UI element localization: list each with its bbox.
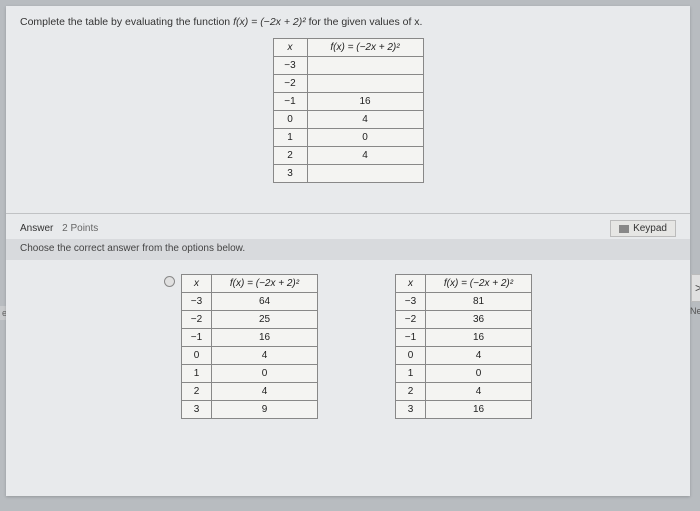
option-a-table: x f(x) = (−2x + 2)² −364 −225 −116 04 10… <box>181 274 318 419</box>
cell-x: 0 <box>182 347 212 365</box>
keypad-label: Keypad <box>633 223 667 234</box>
cell-x: 3 <box>396 401 426 419</box>
cell-x: 0 <box>273 111 307 129</box>
cell-fx: 4 <box>426 347 532 365</box>
table-row: −225 <box>182 311 318 329</box>
cell-x: −3 <box>273 57 307 75</box>
answer-bar: Answer 2 Points Keypad <box>6 213 690 239</box>
cell-fx: 16 <box>426 401 532 419</box>
table-row: 04 <box>273 111 423 129</box>
opt-header-x: x <box>182 275 212 293</box>
table-row: −364 <box>182 293 318 311</box>
options-row: x f(x) = (−2x + 2)² −364 −225 −116 04 10… <box>6 274 690 429</box>
prompt-function: f(x) = (−2x + 2)² <box>233 16 306 28</box>
keypad-icon <box>619 225 629 233</box>
table-row: −116 <box>273 93 423 111</box>
cell-fx: 0 <box>307 129 423 147</box>
table-row: 24 <box>396 383 532 401</box>
cell-x: −1 <box>396 329 426 347</box>
table-row: 04 <box>396 347 532 365</box>
cell-x: 2 <box>182 383 212 401</box>
question-panel: Complete the table by evaluating the fun… <box>6 6 690 496</box>
main-header-x: x <box>273 39 307 57</box>
cell-fx: 9 <box>212 401 318 419</box>
cell-x: 1 <box>182 365 212 383</box>
cell-x: 1 <box>273 129 307 147</box>
cell-fx: 36 <box>426 311 532 329</box>
cell-x: −1 <box>182 329 212 347</box>
next-label-fragment: Nex <box>690 306 700 316</box>
answer-label: Answer <box>20 223 53 234</box>
cell-fx: 4 <box>212 383 318 401</box>
cell-fx: 0 <box>212 365 318 383</box>
option-b[interactable]: x f(x) = (−2x + 2)² −381 −236 −116 04 10… <box>378 274 532 419</box>
cell-fx: 4 <box>426 383 532 401</box>
cell-fx: 16 <box>212 329 318 347</box>
cell-x: −3 <box>396 293 426 311</box>
cell-fx <box>307 57 423 75</box>
table-row: 10 <box>273 129 423 147</box>
table-row: 10 <box>396 365 532 383</box>
table-row: 10 <box>182 365 318 383</box>
cell-x: −3 <box>182 293 212 311</box>
question-prompt: Complete the table by evaluating the fun… <box>6 6 690 32</box>
cell-fx: 81 <box>426 293 532 311</box>
table-row: −236 <box>396 311 532 329</box>
cell-x: 1 <box>396 365 426 383</box>
points-label: 2 Points <box>62 223 98 234</box>
cell-fx: 4 <box>307 111 423 129</box>
table-row: 3 <box>273 165 423 183</box>
table-row: 24 <box>273 147 423 165</box>
cell-x: −2 <box>273 75 307 93</box>
cell-fx: 4 <box>212 347 318 365</box>
prompt-suffix: for the given values of x. <box>306 16 423 28</box>
keypad-button[interactable]: Keypad <box>610 220 676 237</box>
table-row: −2 <box>273 75 423 93</box>
cell-fx: 4 <box>307 147 423 165</box>
main-table: x f(x) = (−2x + 2)² −3 −2 −116 04 10 24 … <box>273 38 424 183</box>
cell-fx <box>307 165 423 183</box>
table-row: −116 <box>396 329 532 347</box>
table-row: 316 <box>396 401 532 419</box>
next-button[interactable]: > <box>691 274 700 302</box>
cell-fx: 16 <box>307 93 423 111</box>
cell-x: 3 <box>273 165 307 183</box>
cell-fx: 64 <box>212 293 318 311</box>
option-a[interactable]: x f(x) = (−2x + 2)² −364 −225 −116 04 10… <box>164 274 318 419</box>
answer-subprompt: Choose the correct answer from the optio… <box>6 239 690 260</box>
table-row: −3 <box>273 57 423 75</box>
option-b-table: x f(x) = (−2x + 2)² −381 −236 −116 04 10… <box>395 274 532 419</box>
table-row: 04 <box>182 347 318 365</box>
prompt-prefix: Complete the table by evaluating the fun… <box>20 16 233 28</box>
cell-fx <box>307 75 423 93</box>
cell-x: 2 <box>273 147 307 165</box>
cell-fx: 16 <box>426 329 532 347</box>
cell-x: −1 <box>273 93 307 111</box>
cell-fx: 25 <box>212 311 318 329</box>
table-row: −116 <box>182 329 318 347</box>
opt-header-x: x <box>396 275 426 293</box>
cell-x: 3 <box>182 401 212 419</box>
opt-header-fx: f(x) = (−2x + 2)² <box>426 275 532 293</box>
main-header-fx: f(x) = (−2x + 2)² <box>307 39 423 57</box>
cell-x: 2 <box>396 383 426 401</box>
cell-x: −2 <box>396 311 426 329</box>
radio-icon[interactable] <box>164 276 175 287</box>
table-row: 24 <box>182 383 318 401</box>
cell-x: −2 <box>182 311 212 329</box>
opt-header-fx: f(x) = (−2x + 2)² <box>212 275 318 293</box>
cell-x: 0 <box>396 347 426 365</box>
cell-fx: 0 <box>426 365 532 383</box>
table-row: −381 <box>396 293 532 311</box>
table-row: 39 <box>182 401 318 419</box>
